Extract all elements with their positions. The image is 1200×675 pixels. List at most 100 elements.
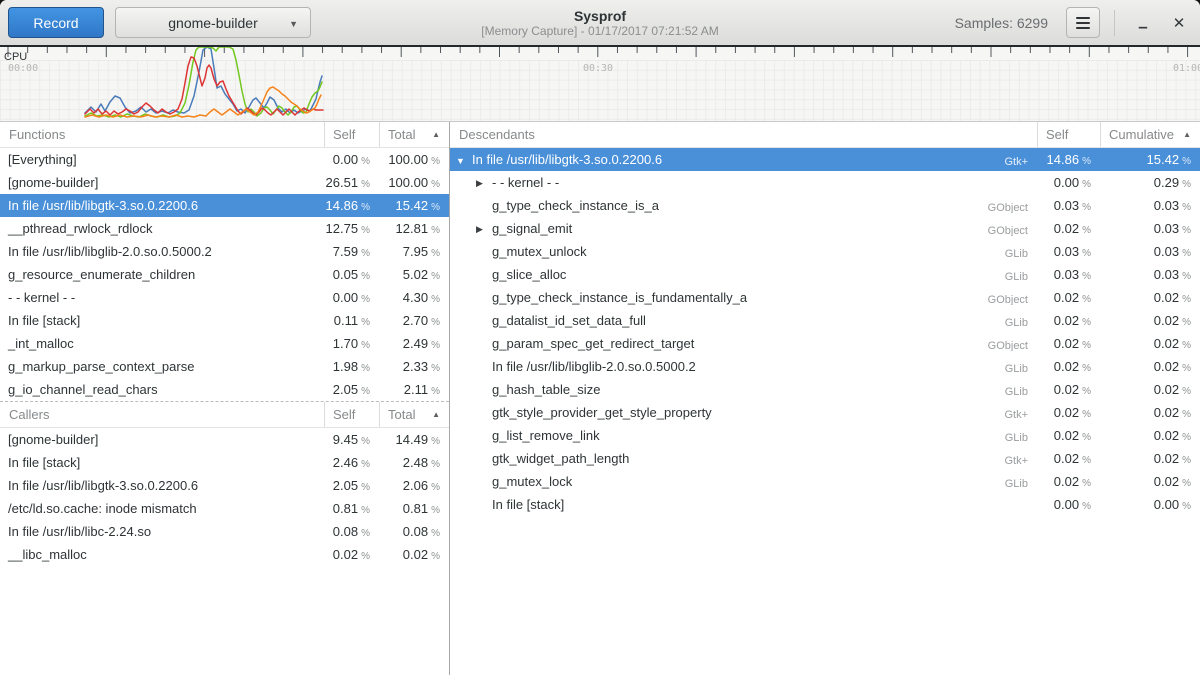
table-row[interactable]: g_hash_table_sizeGLib0.02%0.02% bbox=[450, 378, 1200, 401]
function-name: [gnome-builder] bbox=[0, 432, 324, 447]
function-name: - - kernel - - bbox=[492, 175, 559, 190]
total-percent: 0.81% bbox=[379, 501, 449, 516]
close-button[interactable]: ✕ bbox=[1164, 8, 1194, 38]
column-header-cumulative[interactable]: Cumulative ▲ bbox=[1100, 122, 1200, 147]
column-header-self[interactable]: Self bbox=[324, 122, 379, 147]
descendant-name-cell: gtk_widget_path_lengthGtk+ bbox=[450, 451, 1037, 466]
total-percent: 15.42% bbox=[379, 198, 449, 213]
total-percent: 5.02% bbox=[379, 267, 449, 282]
table-row[interactable]: ▶- - kernel - - 0.00%0.29% bbox=[450, 171, 1200, 194]
total-percent: 2.70% bbox=[379, 313, 449, 328]
column-header-callers[interactable]: Callers bbox=[0, 402, 324, 427]
column-header-self[interactable]: Self bbox=[1037, 122, 1100, 147]
expander-open-icon[interactable]: ▼ bbox=[456, 156, 472, 166]
process-dropdown[interactable]: gnome-builder ▼ bbox=[115, 7, 311, 38]
total-percent: 14.49% bbox=[379, 432, 449, 447]
cpu-label: CPU bbox=[4, 51, 27, 63]
total-percent: 0.02% bbox=[379, 547, 449, 562]
table-row[interactable]: ▼In file /usr/lib/libgtk-3.so.0.2200.6Gt… bbox=[450, 148, 1200, 171]
self-percent: 0.02% bbox=[1037, 221, 1100, 236]
descendant-name-cell: g_param_spec_get_redirect_targetGObject bbox=[450, 336, 1037, 351]
self-percent: 0.05% bbox=[324, 267, 379, 282]
table-row[interactable]: _int_malloc1.70%2.49% bbox=[0, 332, 449, 355]
minimize-button[interactable]: – bbox=[1128, 4, 1158, 42]
table-row[interactable]: In file [stack]0.11%2.70% bbox=[0, 309, 449, 332]
table-row[interactable]: g_list_remove_linkGLib0.02%0.02% bbox=[450, 424, 1200, 447]
time-label: 00:30 bbox=[583, 63, 613, 74]
table-row[interactable]: [gnome-builder]9.45%14.49% bbox=[0, 428, 449, 451]
table-row[interactable]: In file /usr/lib/libglib-2.0.so.0.5000.2… bbox=[0, 240, 449, 263]
self-percent: 0.03% bbox=[1037, 198, 1100, 213]
cumulative-percent: 0.02% bbox=[1100, 474, 1200, 489]
total-percent: 2.11% bbox=[379, 382, 449, 397]
total-percent: 100.00% bbox=[379, 152, 449, 167]
cumulative-percent: 0.02% bbox=[1100, 405, 1200, 420]
table-row[interactable]: In file /usr/lib/libc-2.24.so0.08%0.08% bbox=[0, 520, 449, 543]
table-row[interactable]: g_type_check_instance_is_fundamentally_a… bbox=[450, 286, 1200, 309]
table-row[interactable]: /etc/ld.so.cache: inode mismatch0.81%0.8… bbox=[0, 497, 449, 520]
table-row[interactable]: g_param_spec_get_redirect_targetGObject0… bbox=[450, 332, 1200, 355]
library-tag: GObject bbox=[988, 225, 1028, 236]
table-row[interactable]: gtk_style_provider_get_style_propertyGtk… bbox=[450, 401, 1200, 424]
menu-button[interactable] bbox=[1066, 7, 1100, 38]
self-percent: 0.00% bbox=[1037, 497, 1100, 512]
table-row[interactable]: In file [stack]2.46%2.48% bbox=[0, 451, 449, 474]
self-percent: 12.75% bbox=[324, 221, 379, 236]
self-percent: 0.00% bbox=[324, 152, 379, 167]
function-name: g_mutex_lock bbox=[492, 474, 572, 489]
table-row[interactable]: In file /usr/lib/libgtk-3.so.0.2200.62.0… bbox=[0, 474, 449, 497]
self-percent: 0.02% bbox=[1037, 290, 1100, 305]
sysprof-window: Record gnome-builder ▼ Sysprof [Memory C… bbox=[0, 0, 1200, 675]
column-header-total[interactable]: Total ▲ bbox=[379, 402, 449, 427]
table-row[interactable]: g_io_channel_read_chars2.05%2.11% bbox=[0, 378, 449, 401]
self-percent: 2.05% bbox=[324, 382, 379, 397]
descendants-section: Descendants Self Cumulative ▲ ▼In file /… bbox=[450, 122, 1200, 675]
total-percent: 100.00% bbox=[379, 175, 449, 190]
cpu-timeline-graph[interactable]: CPU 00:0000:3001:00 bbox=[0, 47, 1200, 122]
table-row[interactable]: g_markup_parse_context_parse1.98%2.33% bbox=[0, 355, 449, 378]
table-row[interactable]: In file /usr/lib/libglib-2.0.so.0.5000.2… bbox=[450, 355, 1200, 378]
descendant-name-cell: g_hash_table_sizeGLib bbox=[450, 382, 1037, 397]
cumulative-percent: 0.02% bbox=[1100, 359, 1200, 374]
library-tag: Gtk+ bbox=[1004, 409, 1028, 420]
self-percent: 0.02% bbox=[1037, 451, 1100, 466]
cpu-red-line bbox=[85, 57, 323, 115]
table-row[interactable]: g_slice_allocGLib0.03%0.03% bbox=[450, 263, 1200, 286]
time-label: 00:00 bbox=[8, 63, 38, 74]
chevron-down-icon: ▼ bbox=[289, 19, 298, 29]
function-name: g_param_spec_get_redirect_target bbox=[492, 336, 694, 351]
self-percent: 0.00% bbox=[1037, 175, 1100, 190]
table-row[interactable]: In file /usr/lib/libgtk-3.so.0.2200.614.… bbox=[0, 194, 449, 217]
self-percent: 9.45% bbox=[324, 432, 379, 447]
table-row[interactable]: gtk_widget_path_lengthGtk+0.02%0.02% bbox=[450, 447, 1200, 470]
table-row[interactable]: g_datalist_id_set_data_fullGLib0.02%0.02… bbox=[450, 309, 1200, 332]
column-header-total[interactable]: Total ▲ bbox=[379, 122, 449, 147]
callgraph-panes: Functions Self Total ▲ [Everything]0.00%… bbox=[0, 122, 1200, 675]
expander-closed-icon[interactable]: ▶ bbox=[476, 224, 492, 235]
cumulative-percent: 0.29% bbox=[1100, 175, 1200, 190]
cumulative-percent: 0.03% bbox=[1100, 221, 1200, 236]
table-row[interactable]: __pthread_rwlock_rdlock12.75%12.81% bbox=[0, 217, 449, 240]
table-row[interactable]: ▶g_signal_emitGObject0.02%0.03% bbox=[450, 217, 1200, 240]
table-row[interactable]: [Everything]0.00%100.00% bbox=[0, 148, 449, 171]
record-button[interactable]: Record bbox=[8, 7, 104, 38]
self-percent: 0.02% bbox=[1037, 313, 1100, 328]
table-row[interactable]: g_type_check_instance_is_aGObject0.03%0.… bbox=[450, 194, 1200, 217]
table-row[interactable]: g_resource_enumerate_children0.05%5.02% bbox=[0, 263, 449, 286]
table-row[interactable]: g_mutex_unlockGLib0.03%0.03% bbox=[450, 240, 1200, 263]
table-row[interactable]: __libc_malloc0.02%0.02% bbox=[0, 543, 449, 566]
table-row[interactable]: In file [stack]0.00%0.00% bbox=[450, 493, 1200, 516]
table-row[interactable]: - - kernel - -0.00%4.30% bbox=[0, 286, 449, 309]
column-header-self[interactable]: Self bbox=[324, 402, 379, 427]
window-title: Sysprof bbox=[574, 8, 626, 24]
column-header-functions[interactable]: Functions bbox=[0, 122, 324, 147]
function-name: In file /usr/lib/libglib-2.0.so.0.5000.2 bbox=[0, 244, 324, 259]
self-percent: 1.70% bbox=[324, 336, 379, 351]
table-row[interactable]: [gnome-builder]26.51%100.00% bbox=[0, 171, 449, 194]
table-row[interactable]: g_mutex_lockGLib0.02%0.02% bbox=[450, 470, 1200, 493]
column-header-descendants[interactable]: Descendants bbox=[450, 122, 1037, 147]
library-tag: GObject bbox=[988, 294, 1028, 305]
functions-header-row: Functions Self Total ▲ bbox=[0, 122, 449, 148]
callers-section: Callers Self Total ▲ [gnome-builder]9.45… bbox=[0, 401, 449, 566]
expander-closed-icon[interactable]: ▶ bbox=[476, 178, 492, 189]
